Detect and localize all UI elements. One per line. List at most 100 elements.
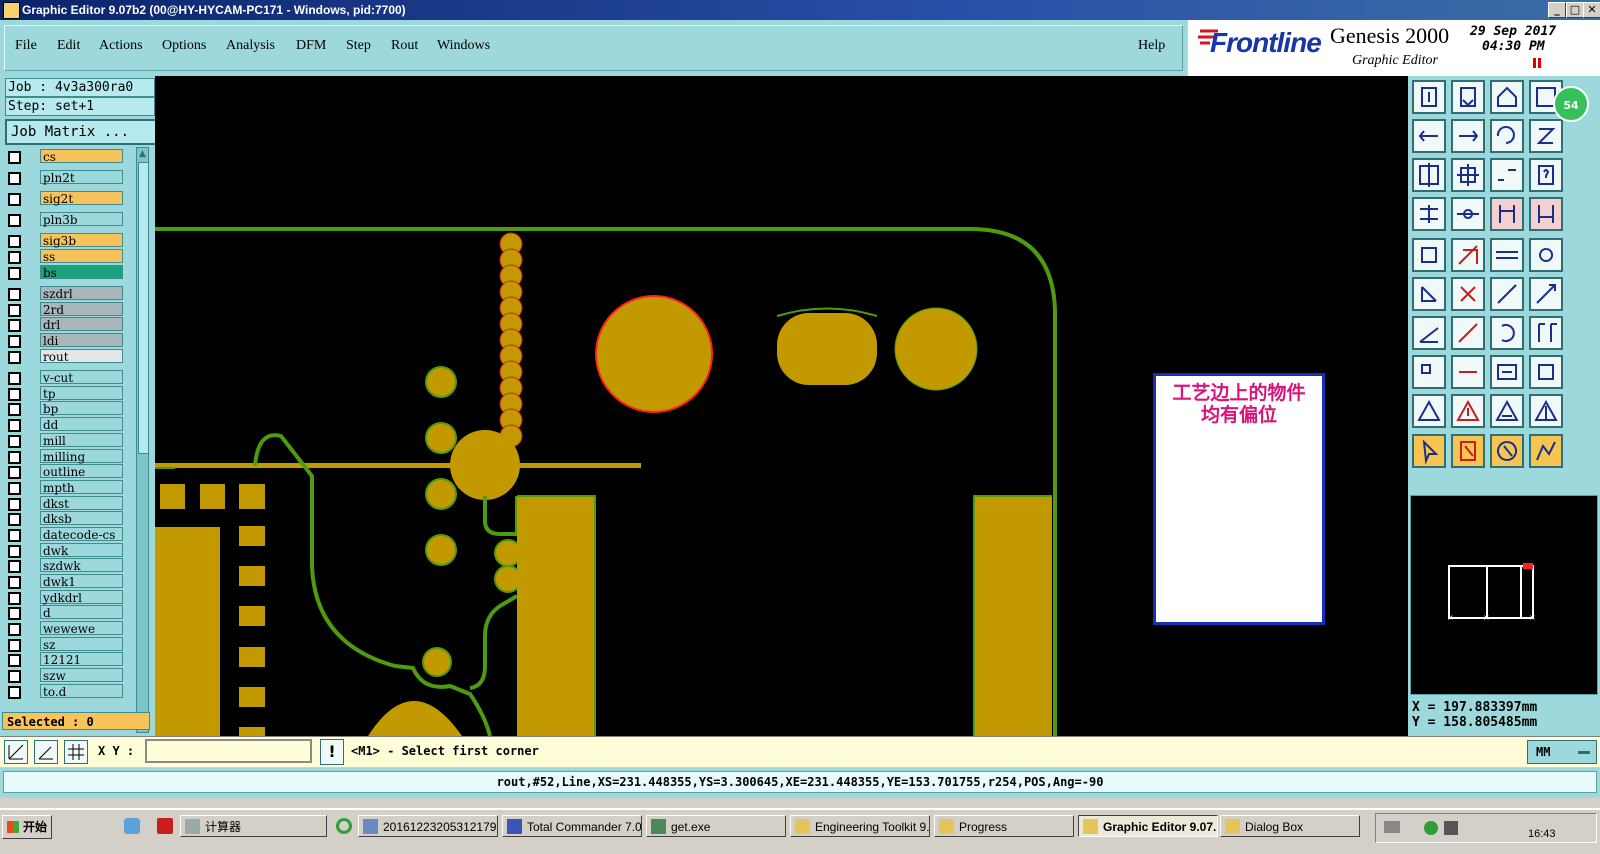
layer-toggle-icon[interactable] [1490, 197, 1524, 231]
scroll-thumb[interactable] [138, 162, 149, 454]
layer-checkbox[interactable] [8, 607, 21, 620]
alert-icon[interactable]: ! [320, 739, 344, 765]
layer-row-d[interactable]: d [5, 605, 123, 620]
tool-settings-icon[interactable] [1412, 197, 1446, 231]
layer-name[interactable]: tp [40, 386, 123, 401]
zoom-in-icon[interactable] [1451, 80, 1485, 114]
layer-row-sig3b[interactable]: sig3b [5, 233, 123, 248]
network-icon[interactable] [1424, 821, 1438, 835]
layer-row-2rd[interactable]: 2rd [5, 302, 123, 317]
minimize-button[interactable]: _ [1548, 2, 1566, 18]
layer-row-bs[interactable]: bs [5, 265, 123, 280]
layer-checkbox[interactable] [8, 172, 21, 185]
line-icon[interactable] [1451, 316, 1485, 350]
menu-windows[interactable]: Windows [437, 38, 490, 54]
layer-scrollbar[interactable]: ▲ ▼ [136, 147, 149, 733]
pad-dot-icon[interactable] [1529, 238, 1563, 272]
menu-dfm[interactable]: DFM [296, 38, 326, 54]
layer-checkbox[interactable] [8, 288, 21, 301]
layer-row-szdwk[interactable]: szdwk [5, 558, 123, 573]
layer-row-sz[interactable]: sz [5, 637, 123, 652]
layer-name[interactable]: bs [40, 265, 123, 280]
layer-row-mill[interactable]: mill [5, 433, 123, 448]
layer-row-ydkdrl[interactable]: ydkdrl [5, 590, 123, 605]
angle-snap-icon[interactable] [34, 740, 58, 764]
layer-checkbox[interactable] [8, 235, 21, 248]
menu-edit[interactable]: Edit [57, 38, 80, 54]
menu-help[interactable]: Help [1138, 38, 1165, 54]
triangle-b-icon[interactable] [1451, 394, 1485, 428]
connect-icon[interactable] [1412, 277, 1446, 311]
task-progress[interactable]: Progress [934, 815, 1074, 837]
task-engineering-toolkit[interactable]: Engineering Toolkit 9.... [790, 815, 930, 837]
triangle-a-icon[interactable] [1412, 394, 1446, 428]
layer-row-dwk[interactable]: dwk [5, 543, 123, 558]
snap-icon[interactable] [4, 740, 28, 764]
scroll-up-icon[interactable]: ▲ [138, 149, 147, 159]
resize-icon[interactable] [1490, 355, 1524, 389]
layer-name[interactable]: 12121 [40, 652, 123, 667]
layer-row-tp[interactable]: tp [5, 386, 123, 401]
layer-name[interactable]: bp [40, 401, 123, 416]
menu-options[interactable]: Options [162, 38, 206, 54]
layer-checkbox[interactable] [8, 560, 21, 573]
layer-row-12121[interactable]: 12121 [5, 652, 123, 667]
task-graphic-editor[interactable]: Graphic Editor 9.07... [1078, 815, 1218, 837]
layer-row-to.d[interactable]: to.d [5, 684, 123, 699]
layer-row-outline[interactable]: outline [5, 464, 123, 479]
task-calculator[interactable]: 计算器 [180, 815, 327, 837]
line-angle-icon[interactable] [1412, 316, 1446, 350]
home-icon[interactable] [1490, 80, 1524, 114]
layer-row-ss[interactable]: ss [5, 249, 123, 264]
rotate-icon[interactable] [1490, 316, 1524, 350]
measure-s-icon[interactable] [1529, 119, 1563, 153]
quicklaunch-icon-1[interactable] [124, 818, 140, 834]
layer-checkbox[interactable] [8, 435, 21, 448]
layer-row-dksb[interactable]: dksb [5, 511, 123, 526]
keyboard-icon[interactable] [1384, 821, 1400, 833]
layer-name[interactable]: sig3b [40, 233, 123, 248]
layer-checkbox[interactable] [8, 639, 21, 652]
layer-name[interactable]: ss [40, 249, 123, 264]
layer-name[interactable]: v-cut [40, 370, 123, 385]
layer-row-dd[interactable]: dd [5, 417, 123, 432]
layer-row-szdrl[interactable]: szdrl [5, 286, 123, 301]
layer-checkbox[interactable] [8, 388, 21, 401]
layer-row-dkst[interactable]: dkst [5, 496, 123, 511]
close-button[interactable]: ✕ [1583, 2, 1600, 18]
select-arrow-icon[interactable] [1412, 434, 1446, 468]
mirror-icon[interactable] [1529, 316, 1563, 350]
layer-checkbox[interactable] [8, 623, 21, 636]
pdf-icon[interactable] [157, 818, 173, 834]
layer-name[interactable]: dwk [40, 543, 123, 558]
delete-icon[interactable] [1451, 277, 1485, 311]
menu-rout[interactable]: Rout [391, 38, 418, 54]
task-total-commander[interactable]: Total Commander 7.0... [502, 815, 642, 837]
layer-name[interactable]: outline [40, 464, 123, 479]
layer-name[interactable]: rout [40, 349, 123, 364]
layer-checkbox[interactable] [8, 451, 21, 464]
select-box-icon[interactable] [1451, 434, 1485, 468]
fit-screen-icon[interactable] [1412, 158, 1446, 192]
menu-actions[interactable]: Actions [99, 38, 143, 54]
layer-row-cs[interactable]: cs [5, 149, 123, 164]
layer-name[interactable]: 2rd [40, 302, 123, 317]
menu-analysis[interactable]: Analysis [226, 38, 275, 54]
layer-name[interactable]: to.d [40, 684, 123, 699]
layer-checkbox[interactable] [8, 466, 21, 479]
layer-row-milling[interactable]: milling [5, 449, 123, 464]
layer-checkbox[interactable] [8, 267, 21, 280]
pad-add-icon[interactable] [1412, 355, 1446, 389]
ie-icon[interactable] [336, 818, 352, 834]
layer-checkbox[interactable] [8, 513, 21, 526]
layer-checkbox[interactable] [8, 545, 21, 558]
maximize-button[interactable]: □ [1566, 2, 1584, 18]
ruler-icon[interactable] [1490, 238, 1524, 272]
layer-name[interactable]: szdwk [40, 558, 123, 573]
layer-checkbox[interactable] [8, 686, 21, 699]
layer-checkbox[interactable] [8, 304, 21, 317]
layer-checkbox[interactable] [8, 482, 21, 495]
layer-name[interactable]: wewewe [40, 621, 123, 636]
move-icon[interactable] [1490, 277, 1524, 311]
layer-name[interactable]: szw [40, 668, 123, 683]
